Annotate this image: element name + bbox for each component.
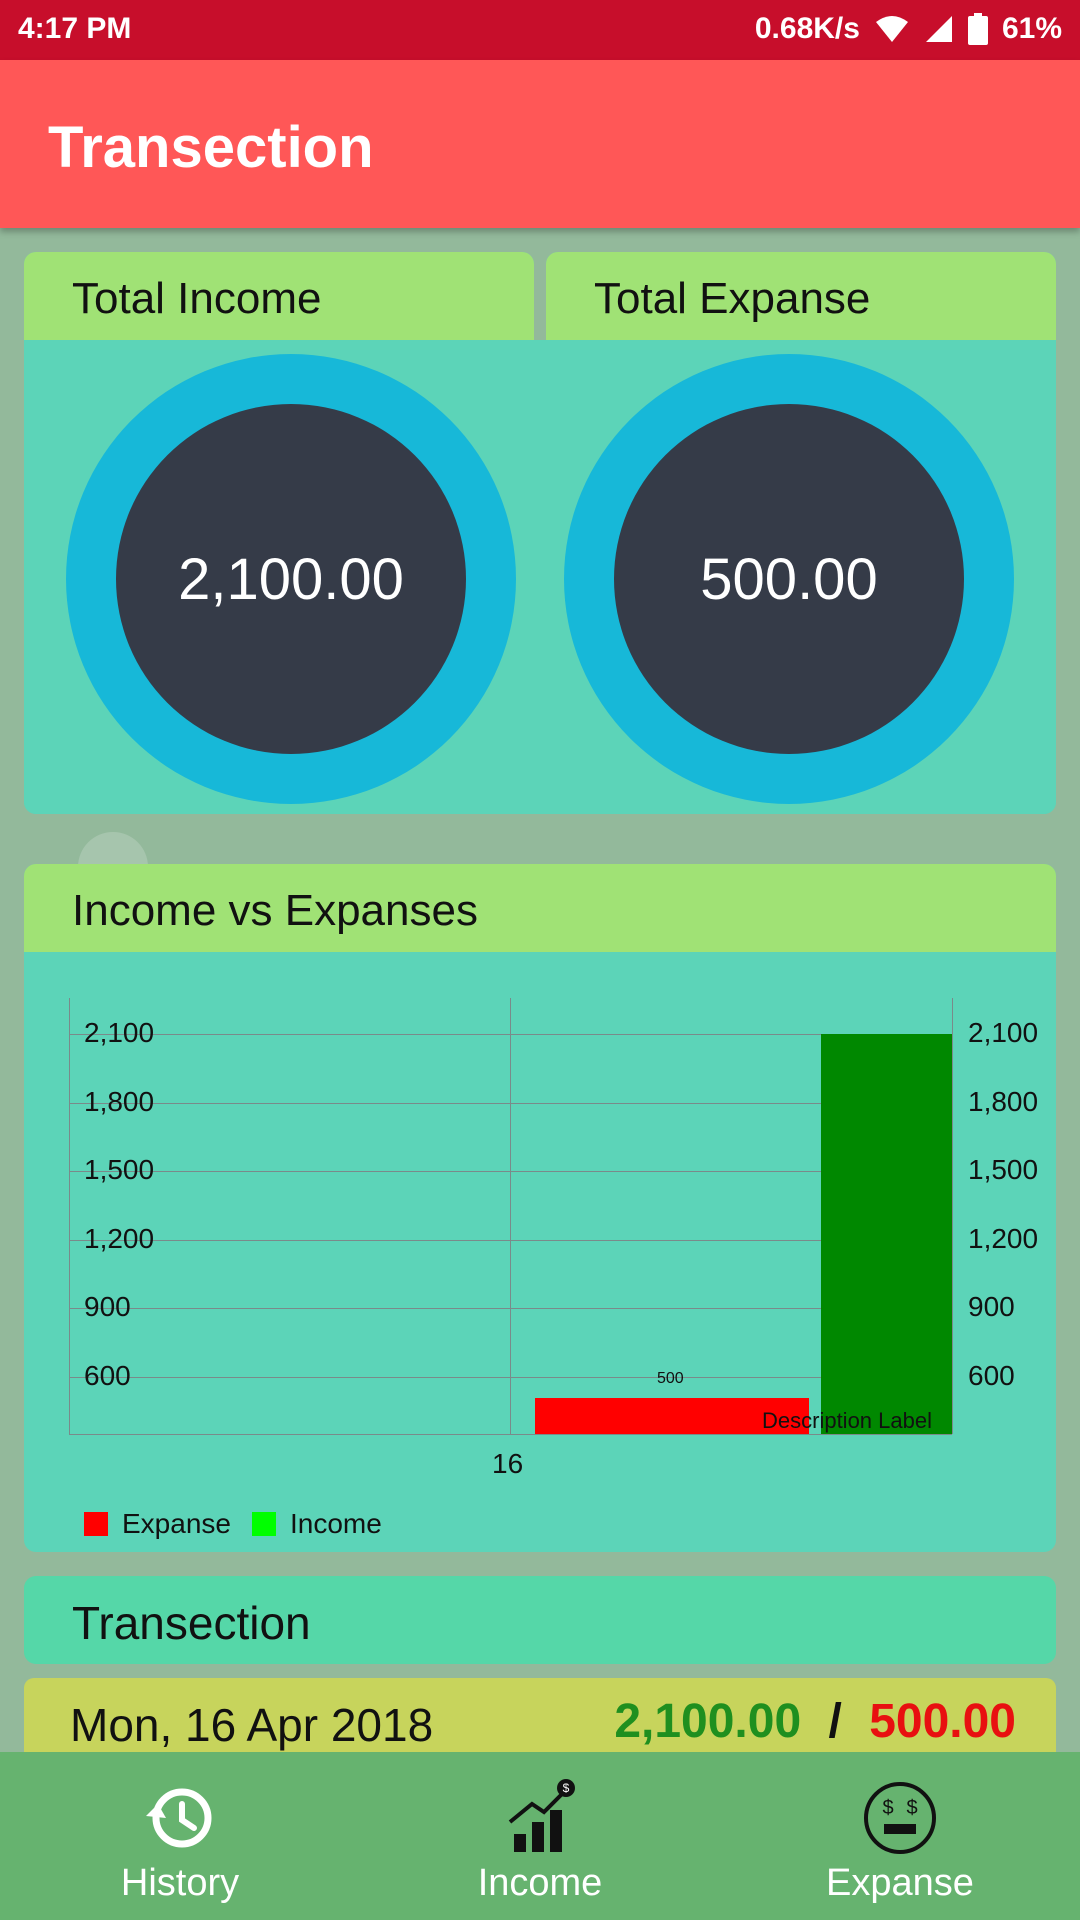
transaction-section-title: Transection — [72, 1597, 311, 1649]
network-speed: 0.68K/s — [754, 12, 860, 45]
transaction-expense-amount: 500.00 — [869, 1695, 1016, 1748]
nav-item-expense[interactable]: $ $ Expanse — [750, 1752, 1050, 1920]
total-expense-title: Total Expanse — [594, 274, 871, 323]
legend-swatch-income — [252, 1512, 276, 1536]
svg-text:$: $ — [563, 1781, 570, 1795]
transaction-income-amount: 2,100.00 — [614, 1695, 802, 1748]
chart-card-header: Income vs Expanses — [24, 864, 1056, 952]
page-title: Transection — [48, 115, 374, 180]
expense-ring: 500.00 — [564, 354, 1014, 804]
total-expense-header: Total Expanse — [546, 252, 1056, 340]
chart-card-title: Income vs Expanses — [72, 886, 478, 935]
wifi-icon — [875, 16, 908, 42]
income-value: 2,100.00 — [116, 404, 466, 754]
nav-label-income: Income — [477, 1862, 603, 1904]
battery-icon — [967, 13, 988, 45]
svg-text:$: $ — [882, 1797, 893, 1819]
transaction-amounts: 2,100.00 / 500.00 — [614, 1694, 1016, 1749]
transaction-date: Mon, 16 Apr 2018 — [70, 1699, 434, 1751]
status-time: 4:17 PM — [18, 12, 132, 45]
legend-label-expense: Expanse — [122, 1508, 231, 1539]
legend-label-income: Income — [290, 1508, 382, 1539]
status-right: 0.68K/s 61% — [755, 12, 1062, 46]
transaction-section-header: Transection — [24, 1576, 1056, 1664]
expense-money-icon: $ $ — [864, 1782, 936, 1854]
expense-value: 500.00 — [614, 404, 964, 754]
svg-text:$: $ — [906, 1797, 917, 1819]
battery-level: 61% — [1001, 12, 1062, 45]
nav-label-expense: Expanse — [826, 1862, 974, 1904]
legend-swatch-expense — [84, 1512, 108, 1536]
signal-icon — [925, 16, 952, 42]
income-ring: 2,100.00 — [66, 354, 516, 804]
total-income-title: Total Income — [72, 274, 322, 323]
nav-item-income[interactable]: $ Income — [390, 1752, 690, 1920]
app-bar: Transection — [0, 60, 1080, 228]
total-income-header: Total Income — [24, 252, 534, 340]
chart-legend-expense: Expanse — [84, 1508, 231, 1540]
income-chart-icon: $ — [508, 1779, 575, 1852]
nav-label-history: History — [120, 1862, 240, 1904]
transaction-separator: / — [828, 1695, 842, 1748]
nav-item-history[interactable]: History — [30, 1752, 330, 1920]
bottom-navigation: History $ Income $ $ Expanse — [0, 1752, 1080, 1920]
history-icon — [146, 1788, 212, 1848]
chart-legend-income: Income — [252, 1508, 382, 1540]
income-vs-expense-card: Income vs Expanses — [24, 864, 1056, 1552]
status-bar: 4:17 PM 0.68K/s 61% — [0, 0, 1080, 60]
